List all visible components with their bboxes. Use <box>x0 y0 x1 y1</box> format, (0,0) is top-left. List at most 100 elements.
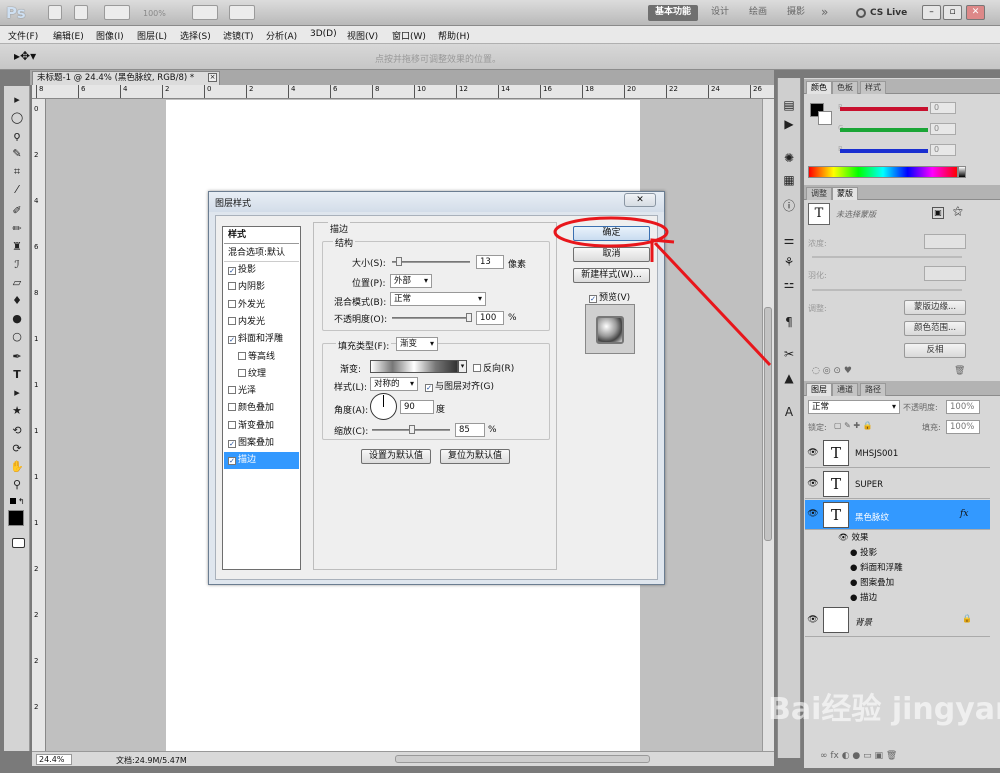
style-item[interactable]: ✓ 描边 <box>224 452 299 470</box>
menu-edit[interactable]: 编辑(E) <box>53 29 84 42</box>
size-slider[interactable] <box>392 261 470 263</box>
opacity-field[interactable]: 100 <box>476 311 504 325</box>
history-panel-icon[interactable]: ▤ <box>780 97 798 114</box>
workspace-essentials[interactable]: 基本功能 <box>648 5 699 21</box>
style-item[interactable]: 颜色叠加 <box>224 400 299 417</box>
style-item[interactable]: 渐变叠加 <box>224 418 299 435</box>
foreground-color-swatch[interactable] <box>8 510 24 526</box>
mask-delete-icon[interactable]: 🗑 <box>954 366 965 376</box>
tab-color[interactable]: 颜色 <box>806 81 832 94</box>
close-button[interactable]: ✕ <box>966 5 985 20</box>
bridge-icon[interactable] <box>48 5 62 20</box>
cancel-button[interactable]: 取消 <box>573 247 650 262</box>
tab-swatches[interactable]: 色板 <box>832 81 858 94</box>
reverse-checkbox[interactable]: 反向(R) <box>473 361 514 374</box>
tab-channels[interactable]: 通道 <box>832 383 858 396</box>
channel-b-slider[interactable] <box>840 149 928 153</box>
channel-b-value[interactable]: 0 <box>930 144 956 156</box>
quick-mask-icon[interactable] <box>12 538 25 548</box>
type-tool-icon[interactable]: T <box>10 368 24 382</box>
quick-select-tool-icon[interactable]: ✎ <box>10 147 24 161</box>
paint-bucket-tool-icon[interactable]: ♦ <box>10 294 24 308</box>
layer-visibility-eye-icon[interactable]: 👁 <box>806 477 820 491</box>
layer-opacity-field[interactable]: 100% <box>946 400 980 414</box>
background-color-box[interactable] <box>818 111 832 125</box>
layer-visibility-eye-icon[interactable]: 👁 <box>806 613 820 627</box>
workspace-design[interactable]: 设计 <box>704 5 736 21</box>
fill-field[interactable]: 100% <box>946 420 980 434</box>
opacity-slider-knob[interactable] <box>466 313 472 322</box>
style-checkbox[interactable] <box>228 386 236 395</box>
history-brush-tool-icon[interactable]: ℐ <box>10 258 24 272</box>
menu-help[interactable]: 帮助(H) <box>438 29 470 42</box>
menu-layer[interactable]: 图层(L) <box>137 29 167 42</box>
vector-mask-icon[interactable]: ⚝ <box>953 206 963 217</box>
info-panel-icon[interactable]: ⓘ <box>780 198 798 215</box>
channel-r-slider[interactable] <box>840 107 928 111</box>
color-spectrum-bar[interactable] <box>808 166 958 178</box>
channel-r-value[interactable]: 0 <box>930 102 956 114</box>
gradient-style-select[interactable]: 对称的 <box>370 377 418 391</box>
layer-fx-icon[interactable]: fx <box>960 509 968 519</box>
move-tool-preset-icon[interactable]: ▸✥▾ <box>14 49 36 63</box>
gradient-dropdown-icon[interactable]: ▾ <box>458 360 467 373</box>
mask-panel-footer-icons[interactable]: ◌ ◎ ⊙ ♥ <box>812 366 852 376</box>
close-document-icon[interactable]: × <box>208 73 217 82</box>
feather-slider[interactable] <box>812 289 962 291</box>
layer-visibility-eye-icon[interactable]: 👁 <box>806 446 820 460</box>
eraser-tool-icon[interactable]: ▱ <box>10 276 24 290</box>
3d-panel-icon[interactable]: ▲ <box>780 370 798 387</box>
style-checkbox[interactable] <box>238 368 246 377</box>
move-tool-icon[interactable]: ▸ <box>10 93 24 107</box>
minimize-button[interactable]: – <box>922 5 941 20</box>
effect-drop-shadow[interactable]: ● 投影 <box>850 546 877 558</box>
tool-presets-panel-icon[interactable]: ⚘ <box>780 254 798 271</box>
document-tab[interactable]: 未标题-1 @ 24.4% (黑色脉纹, RGB/8) * <box>32 71 220 85</box>
density-field[interactable] <box>924 234 966 249</box>
brushes-panel-icon[interactable]: ✺ <box>780 150 798 167</box>
cs-live-label[interactable]: CS Live <box>870 8 907 18</box>
reset-default-button[interactable]: 复位为默认值 <box>440 449 510 464</box>
minibridge-icon[interactable] <box>74 5 88 20</box>
density-slider[interactable] <box>812 256 962 258</box>
new-style-button[interactable]: 新建样式(W)... <box>573 268 650 283</box>
workspace-painting[interactable]: 绘画 <box>742 5 774 21</box>
brush-tool-icon[interactable]: ✏ <box>10 222 24 236</box>
workspace-photography[interactable]: 摄影 <box>780 5 812 21</box>
actions-panel-icon[interactable]: ▶ <box>780 116 798 133</box>
character-panel-icon[interactable]: ⚌ <box>780 232 798 249</box>
tab-masks[interactable]: 蒙版 <box>832 187 858 200</box>
tools-panel-icon[interactable]: ✂ <box>780 346 798 363</box>
style-checkbox[interactable]: ✓ <box>228 440 236 448</box>
menu-view[interactable]: 视图(V) <box>347 29 378 42</box>
styles-header[interactable]: 样式 <box>224 227 299 244</box>
marquee-tool-icon[interactable]: ◯ <box>10 111 24 125</box>
style-checkbox[interactable] <box>228 403 236 412</box>
tab-adjustments[interactable]: 调整 <box>806 187 832 200</box>
style-item[interactable]: ✓ 斜面和浮雕 <box>224 331 299 348</box>
set-default-button[interactable]: 设置为默认值 <box>361 449 431 464</box>
tab-styles[interactable]: 样式 <box>860 81 886 94</box>
tab-layers[interactable]: 图层 <box>806 383 832 396</box>
position-select[interactable]: 外部 <box>390 274 432 288</box>
hand-tool-icon[interactable]: ✋ <box>10 460 24 474</box>
style-item[interactable]: ✓ 投影 <box>224 262 299 279</box>
pen-tool-icon[interactable]: ✒ <box>10 350 24 364</box>
style-item[interactable]: 光泽 <box>224 383 299 400</box>
swap-colors-icon[interactable]: ↰ <box>18 497 25 506</box>
lasso-tool-icon[interactable]: ϙ <box>10 129 24 143</box>
effect-pattern-overlay[interactable]: ● 图案叠加 <box>850 576 894 588</box>
blend-mode-select[interactable]: 正常 <box>390 292 486 306</box>
path-selection-tool-icon[interactable]: ▸ <box>10 386 24 400</box>
dodge-tool-icon[interactable]: ○ <box>10 330 24 344</box>
channel-g-value[interactable]: 0 <box>930 123 956 135</box>
style-checkbox[interactable]: ✓ <box>228 457 236 466</box>
view-extras-icon[interactable] <box>104 5 130 20</box>
more-workspaces-button[interactable]: » <box>814 5 835 21</box>
3d-rotate-tool-icon[interactable]: ⟲ <box>10 424 24 438</box>
menu-filter[interactable]: 滤镜(T) <box>223 29 254 42</box>
style-checkbox[interactable] <box>228 316 236 325</box>
arrange-documents-icon[interactable] <box>192 5 218 20</box>
crop-tool-icon[interactable]: ⌗ <box>10 165 24 179</box>
3d-orbit-tool-icon[interactable]: ⟳ <box>10 442 24 456</box>
